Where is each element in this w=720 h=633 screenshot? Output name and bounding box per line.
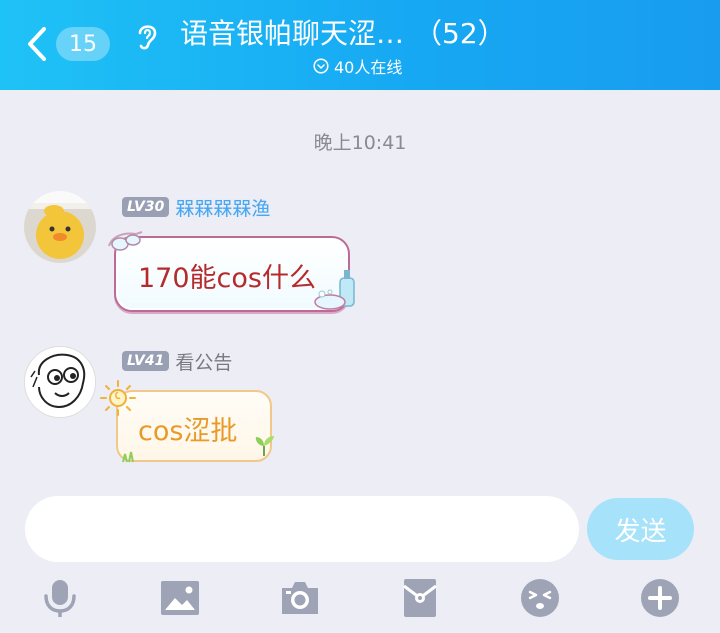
sender-nickname[interactable]: 看公告 xyxy=(175,348,232,375)
level-badge: LV41 xyxy=(122,351,170,371)
emoji-icon[interactable] xyxy=(520,578,560,618)
sender-info: LV30 槑槑槑槑渔 xyxy=(122,194,270,221)
online-status[interactable]: 40人在线 xyxy=(313,55,402,77)
message-timestamp: 晚上10:41 xyxy=(313,132,407,154)
chat-header: 15 语音银帕聊天涩… （52） 40人在线 xyxy=(0,0,720,90)
avatar[interactable] xyxy=(24,346,96,418)
input-bar: 发送 xyxy=(0,482,720,633)
sun-decoration-icon xyxy=(100,380,136,416)
sender-info: LV41 看公告 xyxy=(122,348,232,375)
online-count-text: 40人在线 xyxy=(334,58,403,77)
level-badge: LV30 xyxy=(122,197,170,217)
chick-avatar-icon xyxy=(24,191,96,263)
group-name: 语音银帕聊天涩… xyxy=(180,17,405,50)
camera-icon[interactable] xyxy=(280,578,320,618)
message-text: 170能cos什么 xyxy=(138,263,316,294)
back-button[interactable]: 15 xyxy=(26,24,116,64)
soap-bottle-decoration-icon xyxy=(314,270,355,310)
sender-nickname[interactable]: 槑槑槑槑渔 xyxy=(175,194,270,221)
chat-title[interactable]: 语音银帕聊天涩… （52） xyxy=(180,14,540,54)
message-input[interactable] xyxy=(25,496,579,562)
avatar[interactable] xyxy=(24,191,96,263)
plus-icon[interactable] xyxy=(640,578,680,618)
ear-icon[interactable] xyxy=(133,20,161,52)
leaf-sprout-decoration-icon xyxy=(255,436,274,456)
red-packet-icon[interactable] xyxy=(400,578,440,618)
message-text: cos涩批 xyxy=(138,416,238,447)
goggles-decoration-icon xyxy=(108,231,143,251)
chevron-down-circle-icon xyxy=(313,58,329,74)
microphone-icon[interactable] xyxy=(40,578,80,618)
image-icon[interactable] xyxy=(160,578,200,618)
send-button[interactable]: 发送 xyxy=(587,498,694,560)
meme-face-avatar-icon xyxy=(25,347,95,417)
member-count: （52） xyxy=(414,17,506,50)
chevron-left-icon xyxy=(26,24,54,64)
unread-count-badge: 15 xyxy=(56,27,110,61)
grass-decoration-icon xyxy=(122,451,134,463)
